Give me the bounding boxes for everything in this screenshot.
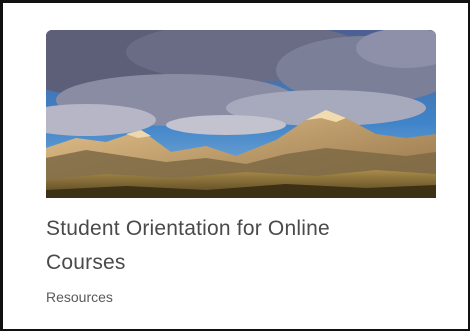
- course-title[interactable]: Student Orientation for Online Courses: [46, 212, 406, 280]
- mountain-landscape-image: [46, 30, 436, 198]
- course-category: Resources: [46, 289, 113, 305]
- course-card[interactable]: Student Orientation for Online Courses R…: [46, 30, 436, 320]
